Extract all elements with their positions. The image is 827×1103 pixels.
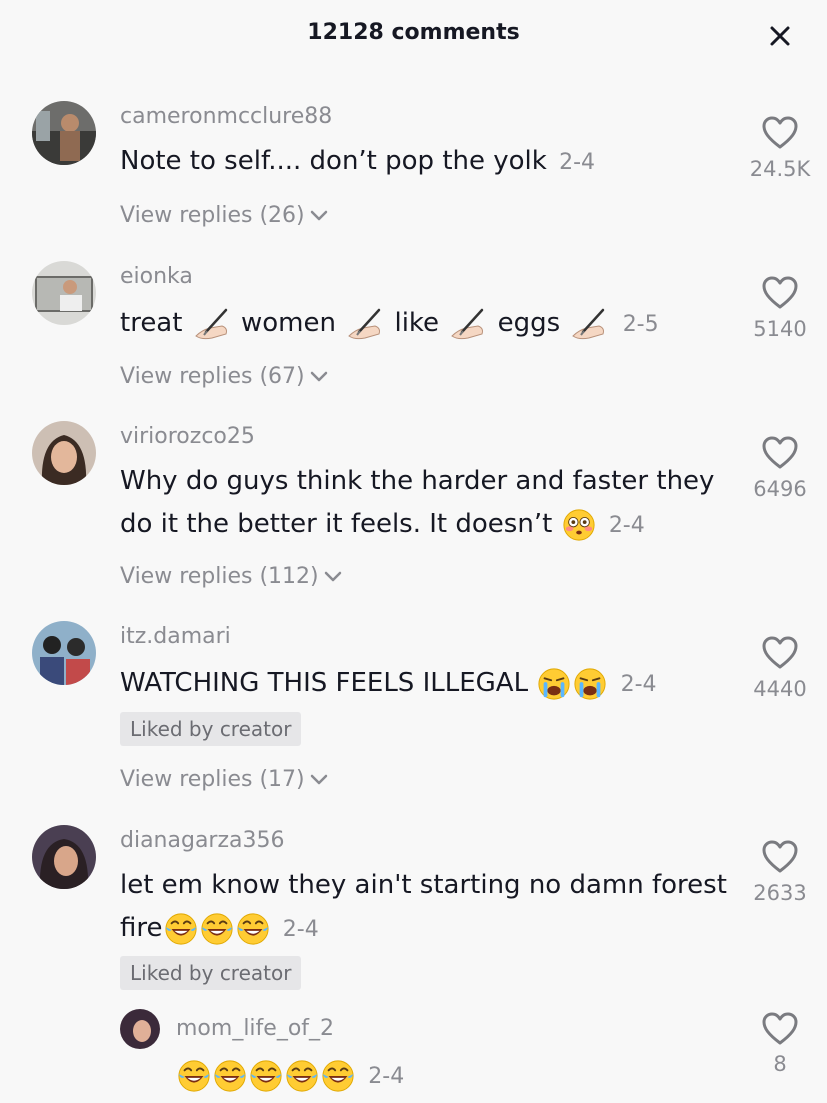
like-count: 4440 (753, 677, 807, 701)
face-with-tears-of-joy-icon (321, 1059, 355, 1093)
heart-icon[interactable] (762, 436, 798, 470)
comment-username[interactable]: dianagarza356 (120, 828, 285, 853)
comment-date: 2-4 (282, 917, 319, 942)
reply-date: 2-4 (368, 1064, 405, 1089)
face-with-tears-of-joy-icon (213, 1059, 247, 1093)
view-replies-label: View replies (112) (120, 564, 319, 589)
avatar[interactable] (32, 261, 96, 325)
heart-icon[interactable] (762, 276, 798, 310)
comment-word: treat (120, 308, 183, 338)
avatar[interactable] (32, 621, 96, 685)
liked-by-creator-badge: Liked by creator (120, 956, 302, 990)
avatar[interactable] (120, 1009, 160, 1049)
like-count: 5140 (753, 317, 807, 341)
comment-body-line: Why do guys think the harder and faster … (120, 466, 715, 496)
comment-date: 2-4 (620, 672, 657, 697)
heart-icon[interactable] (762, 840, 798, 874)
face-with-tears-of-joy-icon (177, 1059, 211, 1093)
heart-icon[interactable] (762, 116, 798, 150)
avatar[interactable] (32, 825, 96, 889)
comment-body: Note to self.... don’t pop the yolk (120, 146, 547, 176)
comment-text: Note to self.... don’t pop the yolk 2-4 (120, 140, 730, 184)
comment-body: WATCHING THIS FEELS ILLEGAL (120, 668, 529, 698)
comment-body-line: do it the better it feels. It doesn’t (120, 509, 553, 539)
face-with-tears-of-joy-icon (164, 912, 198, 946)
comment-word: women (240, 308, 336, 338)
chevron-down-icon (309, 209, 329, 223)
view-replies-label: View replies (26) (120, 203, 305, 228)
like-count: 6496 (753, 477, 807, 501)
face-with-tears-of-joy-icon (236, 912, 270, 946)
comments-count-title: 12128 comments (307, 20, 520, 45)
heart-icon[interactable] (762, 636, 798, 670)
avatar[interactable] (32, 101, 96, 165)
close-icon[interactable] (766, 22, 794, 50)
comment-username[interactable]: cameronmcclure88 (120, 104, 332, 129)
view-replies-button[interactable]: View replies (26) (120, 203, 329, 228)
comment-text: let em know they ain't starting no damn … (120, 864, 730, 951)
comment-username[interactable]: itz.damari (120, 624, 231, 649)
heart-icon[interactable] (762, 1012, 798, 1046)
chevron-down-icon (323, 570, 343, 584)
comment-word: eggs (497, 308, 561, 338)
chevron-down-icon (309, 370, 329, 384)
loudly-crying-face-icon (537, 667, 571, 701)
comment-text: treat women like eggs 2-5 (120, 302, 730, 346)
face-with-tears-of-joy-icon (249, 1059, 283, 1093)
comment-username[interactable]: viriorozco25 (120, 424, 255, 449)
view-replies-button[interactable]: View replies (17) (120, 767, 329, 792)
comment-text: WATCHING THIS FEELS ILLEGAL 2-4 (120, 662, 730, 706)
writing-hand-icon (345, 306, 385, 342)
reply-text: 2-4 (176, 1054, 716, 1098)
comment-date: 2-4 (559, 150, 596, 175)
comment-word: like (394, 308, 440, 338)
comment-body-line: fire (120, 913, 163, 943)
flushed-face-icon (562, 508, 596, 542)
view-replies-label: View replies (17) (120, 767, 305, 792)
loudly-crying-face-icon (573, 667, 607, 701)
comment-text: Why do guys think the harder and faster … (120, 460, 730, 547)
comment-date: 2-5 (622, 312, 659, 337)
writing-hand-icon (448, 306, 488, 342)
like-count: 8 (773, 1052, 787, 1076)
comment-body-line: let em know they ain't starting no damn … (120, 870, 727, 900)
face-with-tears-of-joy-icon (200, 912, 234, 946)
chevron-down-icon (309, 773, 329, 787)
reply-username[interactable]: mom_life_of_2 (176, 1016, 334, 1041)
like-count: 2633 (753, 881, 807, 905)
comments-header: 12128 comments (0, 0, 827, 72)
writing-hand-icon (569, 306, 609, 342)
view-replies-button[interactable]: View replies (67) (120, 364, 329, 389)
comment-date: 2-4 (608, 513, 645, 538)
view-replies-label: View replies (67) (120, 364, 305, 389)
writing-hand-icon (192, 306, 232, 342)
liked-by-creator-badge: Liked by creator (120, 712, 302, 746)
like-count: 24.5K (749, 157, 811, 181)
face-with-tears-of-joy-icon (285, 1059, 319, 1093)
view-replies-button[interactable]: View replies (112) (120, 564, 343, 589)
avatar[interactable] (32, 421, 96, 485)
comment-username[interactable]: eionka (120, 264, 193, 289)
